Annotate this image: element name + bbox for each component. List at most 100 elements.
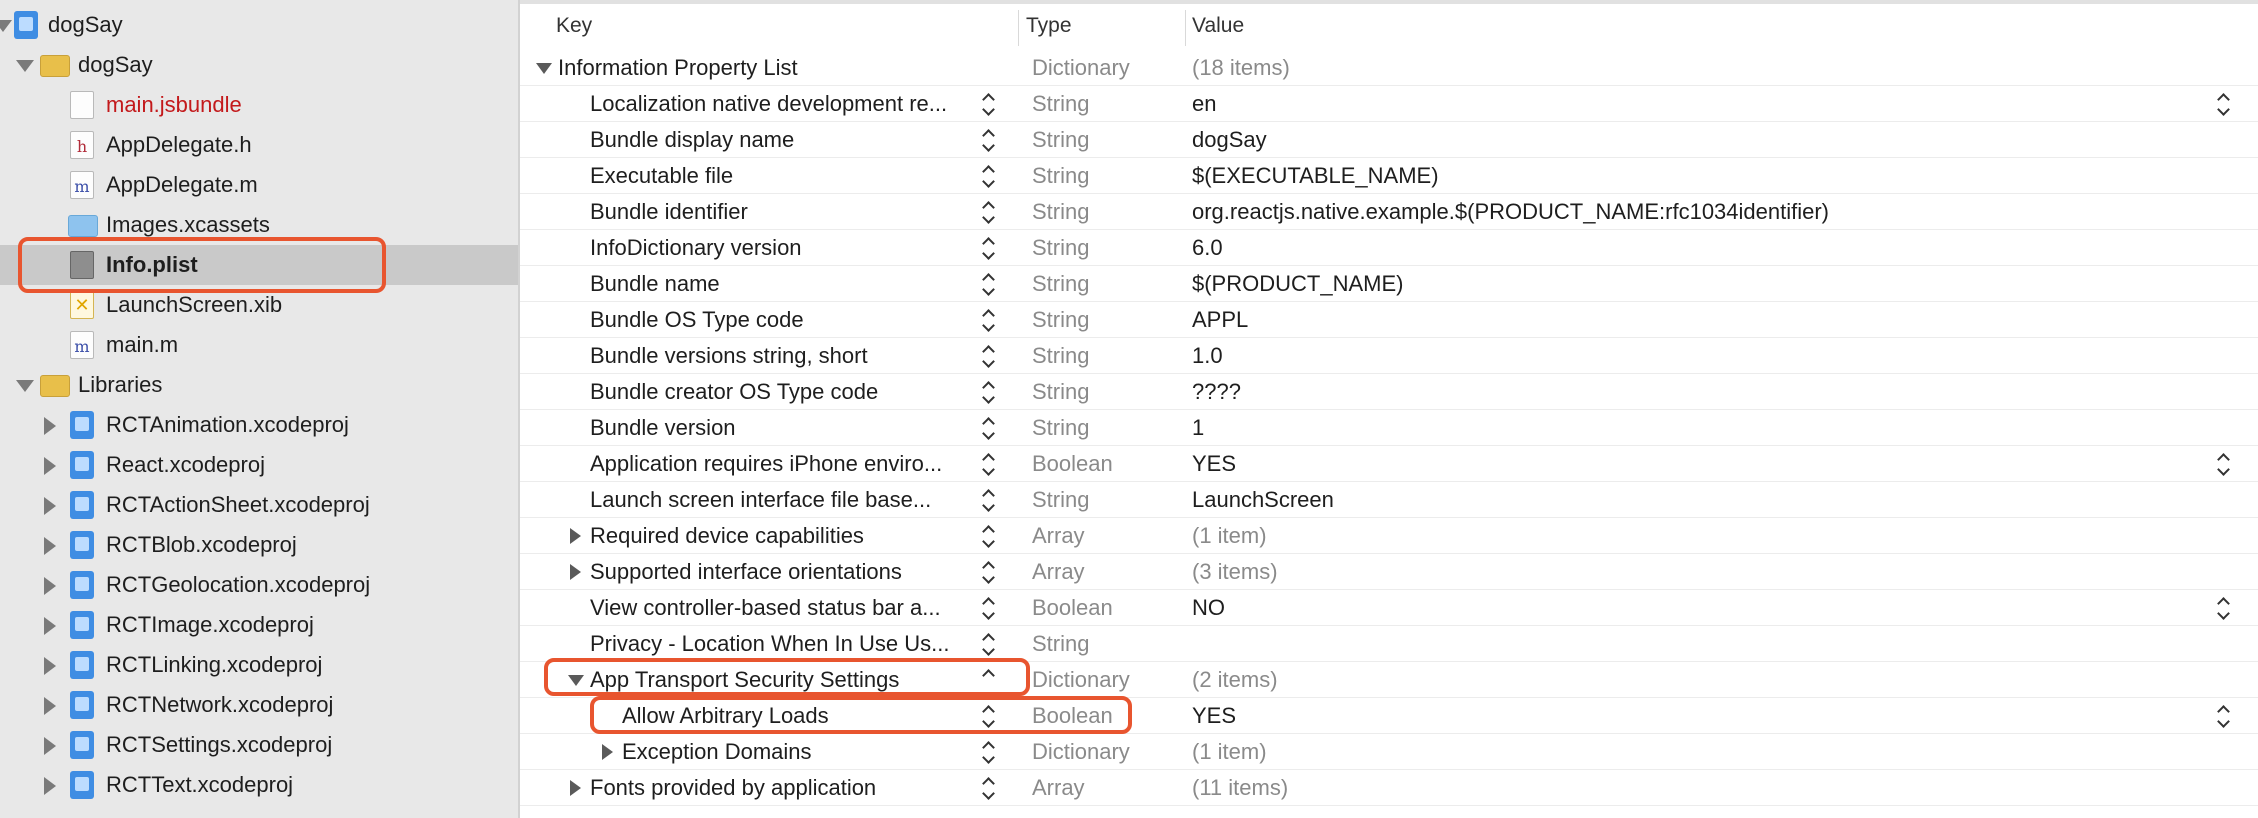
plist-row[interactable]: Supported interface orientations Array (… — [520, 554, 2258, 590]
plist-row[interactable]: Bundle versions string, short String 1.0 — [520, 338, 2258, 374]
row-value[interactable]: en — [1192, 91, 1216, 117]
plist-row[interactable]: Privacy - Location When In Use Us... Str… — [520, 626, 2258, 662]
plist-row[interactable]: InfoDictionary version String 6.0 — [520, 230, 2258, 266]
row-type[interactable]: Dictionary — [1032, 739, 1130, 765]
value-popup-stepper-icon[interactable] — [2217, 598, 2233, 620]
row-key[interactable]: Privacy - Location When In Use Us... — [590, 631, 949, 657]
row-type[interactable]: String — [1032, 487, 1089, 513]
disclosure-right-icon[interactable] — [44, 777, 56, 795]
plist-row[interactable]: Bundle name String $(PRODUCT_NAME) — [520, 266, 2258, 302]
key-stepper-icon[interactable] — [982, 274, 998, 296]
row-key[interactable]: Fonts provided by application — [590, 775, 876, 801]
row-value[interactable]: YES — [1192, 451, 1236, 477]
key-stepper-icon[interactable] — [982, 130, 998, 152]
value-popup-stepper-icon[interactable] — [2217, 454, 2233, 476]
row-value[interactable]: $(PRODUCT_NAME) — [1192, 271, 1403, 297]
disclosure-right-icon[interactable] — [44, 537, 56, 555]
disclosure-right-icon[interactable] — [570, 528, 581, 544]
plist-row[interactable]: Required device capabilities Array (1 it… — [520, 518, 2258, 554]
nav-item-project-dogsay[interactable]: dogSay — [0, 5, 518, 45]
row-type[interactable]: Array — [1032, 775, 1085, 801]
plist-row[interactable]: Bundle display name String dogSay — [520, 122, 2258, 158]
nav-item-react[interactable]: React.xcodeproj — [0, 445, 518, 485]
nav-item-rctlinking[interactable]: RCTLinking.xcodeproj — [0, 645, 518, 685]
disclosure-down-icon[interactable] — [16, 380, 34, 392]
row-key[interactable]: Bundle version — [590, 415, 736, 441]
key-stepper-icon[interactable] — [982, 346, 998, 368]
nav-item-rcttext[interactable]: RCTText.xcodeproj — [0, 765, 518, 805]
key-stepper-icon[interactable] — [982, 418, 998, 440]
plist-row[interactable]: Bundle version String 1 — [520, 410, 2258, 446]
row-type[interactable]: Dictionary — [1032, 55, 1130, 81]
row-key[interactable]: Localization native development re... — [590, 91, 947, 117]
nav-item-rctimage[interactable]: RCTImage.xcodeproj — [0, 605, 518, 645]
nav-item-main-m[interactable]: m main.m — [0, 325, 518, 365]
plist-row[interactable]: View controller-based status bar a... Bo… — [520, 590, 2258, 626]
nav-item-rctsettings[interactable]: RCTSettings.xcodeproj — [0, 725, 518, 765]
row-key[interactable]: Executable file — [590, 163, 733, 189]
row-key[interactable]: InfoDictionary version — [590, 235, 802, 261]
row-key[interactable]: View controller-based status bar a... — [590, 595, 941, 621]
row-type[interactable]: Dictionary — [1032, 667, 1130, 693]
column-header-key[interactable]: Key — [556, 14, 592, 38]
row-type[interactable]: String — [1032, 343, 1089, 369]
key-stepper-icon[interactable] — [982, 202, 998, 224]
row-type[interactable]: String — [1032, 379, 1089, 405]
row-type[interactable]: Array — [1032, 523, 1085, 549]
disclosure-down-icon[interactable] — [536, 63, 552, 74]
disclosure-down-icon[interactable] — [0, 20, 12, 32]
row-type[interactable]: String — [1032, 127, 1089, 153]
row-type[interactable]: String — [1032, 199, 1089, 225]
row-value[interactable]: 6.0 — [1192, 235, 1223, 261]
row-value[interactable]: LaunchScreen — [1192, 487, 1334, 513]
row-key[interactable]: Application requires iPhone enviro... — [590, 451, 942, 477]
value-popup-stepper-icon[interactable] — [2217, 94, 2233, 116]
key-stepper-icon[interactable] — [982, 454, 998, 476]
nav-item-group-dogsay[interactable]: dogSay — [0, 45, 518, 85]
row-key[interactable]: Bundle name — [590, 271, 720, 297]
row-key[interactable]: Launch screen interface file base... — [590, 487, 931, 513]
plist-row[interactable]: Bundle identifier String org.reactjs.nat… — [520, 194, 2258, 230]
disclosure-down-icon[interactable] — [16, 60, 34, 72]
key-stepper-icon[interactable] — [982, 166, 998, 188]
key-stepper-icon[interactable] — [982, 382, 998, 404]
row-key[interactable]: Bundle display name — [590, 127, 794, 153]
disclosure-right-icon[interactable] — [570, 564, 581, 580]
plist-row[interactable]: Executable file String $(EXECUTABLE_NAME… — [520, 158, 2258, 194]
plist-row-root[interactable]: Information Property List Dictionary (18… — [520, 50, 2258, 86]
row-key[interactable]: Bundle creator OS Type code — [590, 379, 878, 405]
row-type[interactable]: Boolean — [1032, 595, 1113, 621]
disclosure-right-icon[interactable] — [570, 780, 581, 796]
row-type[interactable]: String — [1032, 91, 1089, 117]
column-separator[interactable] — [1185, 10, 1186, 46]
plist-row[interactable]: Localization native development re... St… — [520, 86, 2258, 122]
plist-row[interactable]: Fonts provided by application Array (11 … — [520, 770, 2258, 806]
key-stepper-icon[interactable] — [982, 598, 998, 620]
plist-row[interactable]: Application requires iPhone enviro... Bo… — [520, 446, 2258, 482]
disclosure-right-icon[interactable] — [44, 577, 56, 595]
disclosure-right-icon[interactable] — [44, 697, 56, 715]
column-separator[interactable] — [1018, 10, 1019, 46]
row-value[interactable]: $(EXECUTABLE_NAME) — [1192, 163, 1439, 189]
disclosure-right-icon[interactable] — [602, 744, 613, 760]
row-type[interactable]: String — [1032, 163, 1089, 189]
key-stepper-icon[interactable] — [982, 562, 998, 584]
nav-item-rctgeolocation[interactable]: RCTGeolocation.xcodeproj — [0, 565, 518, 605]
row-type[interactable]: String — [1032, 631, 1089, 657]
disclosure-right-icon[interactable] — [44, 657, 56, 675]
key-stepper-icon[interactable] — [982, 490, 998, 512]
row-key[interactable]: Bundle versions string, short — [590, 343, 868, 369]
nav-item-appdelegate-h[interactable]: h AppDelegate.h — [0, 125, 518, 165]
row-type[interactable]: String — [1032, 307, 1089, 333]
key-stepper-icon[interactable] — [982, 526, 998, 548]
nav-item-rctanimation[interactable]: RCTAnimation.xcodeproj — [0, 405, 518, 445]
row-type[interactable]: String — [1032, 271, 1089, 297]
row-key[interactable]: Bundle OS Type code — [590, 307, 804, 333]
disclosure-right-icon[interactable] — [44, 737, 56, 755]
value-popup-stepper-icon[interactable] — [2217, 706, 2233, 728]
nav-item-group-libraries[interactable]: Libraries — [0, 365, 518, 405]
row-type[interactable]: Boolean — [1032, 451, 1113, 477]
disclosure-right-icon[interactable] — [44, 417, 56, 435]
disclosure-right-icon[interactable] — [44, 497, 56, 515]
row-key[interactable]: Required device capabilities — [590, 523, 864, 549]
